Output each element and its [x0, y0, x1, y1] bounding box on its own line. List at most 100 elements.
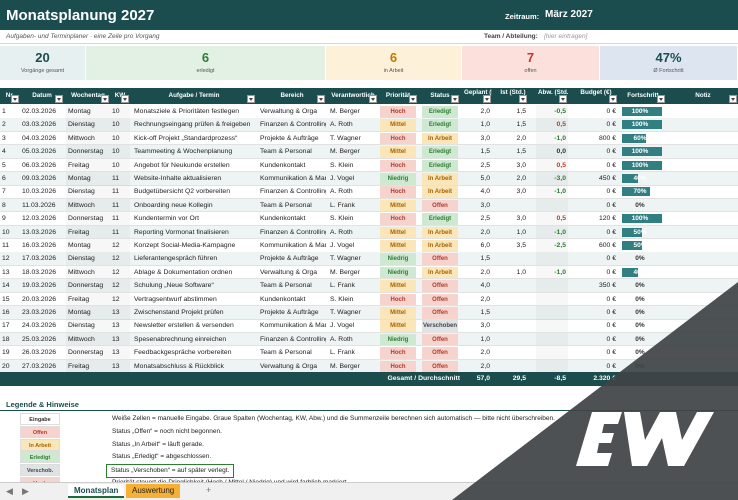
cell-geplant[interactable]: 6,0: [462, 239, 492, 252]
cell-abw[interactable]: [536, 279, 568, 292]
priority-badge[interactable]: Hoch: [378, 293, 418, 306]
tab-prev-icon[interactable]: ◀: [6, 486, 13, 497]
tab-auswertung[interactable]: Auswertung: [126, 484, 181, 498]
progress-bar[interactable]: 70%: [620, 185, 666, 198]
cell-notiz[interactable]: [668, 185, 738, 198]
cell-nr[interactable]: 20: [0, 360, 20, 373]
status-badge[interactable]: In Arbeit: [420, 239, 460, 252]
cell-verant[interactable]: A. Roth: [328, 185, 378, 198]
cell-verant[interactable]: M. Berger: [328, 105, 378, 118]
cell-geplant[interactable]: 2,0: [462, 266, 492, 279]
cell-budget[interactable]: 0 €: [574, 346, 618, 359]
cell-budget[interactable]: 0 €: [574, 360, 618, 373]
priority-badge[interactable]: Hoch: [378, 159, 418, 172]
cell-abw[interactable]: 0,5: [536, 118, 568, 131]
status-badge[interactable]: In Arbeit: [420, 266, 460, 279]
cell-nr[interactable]: 19: [0, 346, 20, 359]
cell-tag[interactable]: Montag: [66, 306, 110, 319]
priority-badge[interactable]: Hoch: [378, 185, 418, 198]
cell-aufgabe[interactable]: Budgetübersicht Q2 vorbereiten: [132, 185, 256, 198]
cell-bereich[interactable]: Projekte & Aufträge: [258, 252, 326, 265]
period-value[interactable]: März 2027: [545, 9, 593, 20]
cell-datum[interactable]: 16.03.2026: [20, 239, 64, 252]
cell-kw[interactable]: 10: [110, 159, 130, 172]
cell-nr[interactable]: 3: [0, 132, 20, 145]
cell-aufgabe[interactable]: Onboarding neue Kollegin: [132, 199, 256, 212]
cell-kw[interactable]: 12: [110, 266, 130, 279]
cell-nr[interactable]: 2: [0, 118, 20, 131]
cell-nr[interactable]: 16: [0, 306, 20, 319]
cell-budget[interactable]: 0 €: [574, 226, 618, 239]
table-row[interactable]: 15 20.03.2026 Freitag 12 Vertragsentwurf abs…: [0, 293, 738, 307]
status-badge[interactable]: Offen: [420, 346, 460, 359]
cell-ist[interactable]: [498, 346, 528, 359]
cell-kw[interactable]: 13: [110, 333, 130, 346]
cell-tag[interactable]: Dienstag: [66, 185, 110, 198]
cell-notiz[interactable]: [668, 279, 738, 292]
cell-bereich[interactable]: Projekte & Aufträge: [258, 306, 326, 319]
table-row[interactable]: 6 09.03.2026 Montag 11 Website-Inhalte aktua…: [0, 172, 738, 186]
cell-verant[interactable]: L. Frank: [328, 279, 378, 292]
cell-notiz[interactable]: [668, 333, 738, 346]
cell-tag[interactable]: Freitag: [66, 293, 110, 306]
cell-nr[interactable]: 9: [0, 212, 20, 225]
cell-notiz[interactable]: [668, 226, 738, 239]
cell-abw[interactable]: 0,5: [536, 159, 568, 172]
table-row[interactable]: 2 03.03.2026 Dienstag 10 Rechnungseingang pr…: [0, 118, 738, 132]
cell-ist[interactable]: 3,0: [498, 159, 528, 172]
cell-verant[interactable]: S. Klein: [328, 293, 378, 306]
column-header[interactable]: Bereich: [258, 88, 326, 104]
cell-kw[interactable]: 11: [110, 199, 130, 212]
cell-datum[interactable]: 19.03.2026: [20, 279, 64, 292]
cell-tag[interactable]: Mittwoch: [66, 132, 110, 145]
cell-bereich[interactable]: Kundenkontakt: [258, 212, 326, 225]
cell-bereich[interactable]: Kommunikation & Marketing: [258, 239, 326, 252]
progress-bar[interactable]: 0%: [620, 306, 666, 319]
cell-kw[interactable]: 12: [110, 279, 130, 292]
cell-verant[interactable]: J. Vogel: [328, 172, 378, 185]
priority-badge[interactable]: Hoch: [378, 212, 418, 225]
cell-ist[interactable]: 1,5: [498, 105, 528, 118]
filter-dropdown-icon[interactable]: [729, 95, 737, 103]
cell-datum[interactable]: 26.03.2026: [20, 346, 64, 359]
team-input[interactable]: [hier eintragen]: [544, 33, 587, 40]
column-header[interactable]: Notiz: [668, 88, 738, 104]
cell-notiz[interactable]: [668, 132, 738, 145]
filter-dropdown-icon[interactable]: [121, 95, 129, 103]
priority-badge[interactable]: Mittel: [378, 239, 418, 252]
table-row[interactable]: 18 25.03.2026 Mittwoch 13 Spesenabrechnung e…: [0, 332, 738, 347]
cell-nr[interactable]: 7: [0, 185, 20, 198]
table-row[interactable]: 17 24.03.2026 Dienstag 13 Newsletter erstell…: [0, 319, 738, 333]
cell-ist[interactable]: [498, 333, 528, 346]
cell-notiz[interactable]: [668, 159, 738, 172]
filter-dropdown-icon[interactable]: [451, 95, 459, 103]
cell-budget[interactable]: 0 €: [574, 199, 618, 212]
cell-nr[interactable]: 17: [0, 319, 20, 332]
cell-bereich[interactable]: Team & Personal: [258, 346, 326, 359]
cell-notiz[interactable]: [668, 199, 738, 212]
cell-kw[interactable]: 12: [110, 252, 130, 265]
progress-bar[interactable]: 50%: [620, 239, 666, 252]
table-row[interactable]: 8 11.03.2026 Mittwoch 11 Onboarding neue Kol…: [0, 198, 738, 213]
cell-tag[interactable]: Montag: [66, 239, 110, 252]
cell-kw[interactable]: 11: [110, 172, 130, 185]
cell-kw[interactable]: 13: [110, 360, 130, 373]
cell-aufgabe[interactable]: Website-Inhalte aktualisieren: [132, 172, 256, 185]
cell-budget[interactable]: 120 €: [574, 212, 618, 225]
cell-bereich[interactable]: Verwaltung & Orga: [258, 360, 326, 373]
cell-bereich[interactable]: Finanzen & Controlling: [258, 333, 326, 346]
cell-tag[interactable]: Dienstag: [66, 319, 110, 332]
cell-kw[interactable]: 11: [110, 212, 130, 225]
tab-next-icon[interactable]: ▶: [22, 486, 29, 497]
cell-datum[interactable]: 02.03.2026: [20, 105, 64, 118]
priority-badge[interactable]: Niedrig: [378, 266, 418, 279]
status-badge[interactable]: Erledigt: [420, 105, 460, 118]
cell-verant[interactable]: T. Wagner: [328, 252, 378, 265]
cell-notiz[interactable]: [668, 212, 738, 225]
cell-abw[interactable]: -1,0: [536, 132, 568, 145]
cell-tag[interactable]: Donnerstag: [66, 346, 110, 359]
progress-bar[interactable]: 60%: [620, 132, 666, 145]
progress-bar[interactable]: 0%: [620, 252, 666, 265]
add-sheet-icon[interactable]: +: [206, 485, 211, 495]
cell-budget[interactable]: 0 €: [574, 159, 618, 172]
